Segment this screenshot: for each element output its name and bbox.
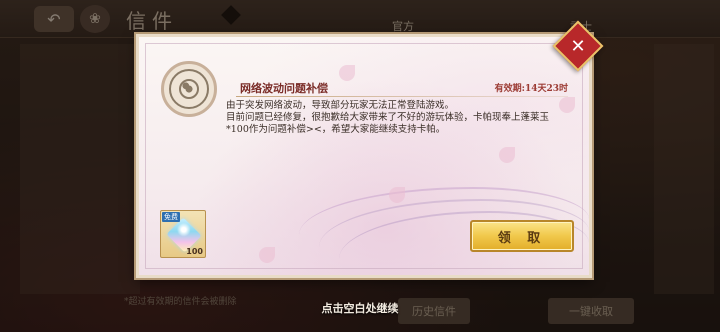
sakura-petal-icon xyxy=(389,187,405,203)
mail-body-line: *100作为问题补偿><，希望大家能继续支持卡帕。 xyxy=(226,124,446,135)
validity-period: 有效期:14天23时 xyxy=(494,84,568,94)
item-count: 100 xyxy=(186,247,203,256)
sakura-petal-icon xyxy=(499,147,515,163)
sakura-petal-icon xyxy=(339,65,355,81)
mail-body: 由于突发网络波动，导致部分玩家无法正常登陆游戏。 目前问题已经修复，很抱歉给大家… xyxy=(226,100,550,136)
claim-button[interactable]: 领 取 xyxy=(470,220,574,252)
mail-title: 网络波动问题补偿 xyxy=(240,82,328,95)
free-badge: 免费 xyxy=(162,212,180,222)
mail-body-line: 目前问题已经修复，很抱歉给大家带来了不好的游玩体验，卡帕现奉上蓬莱玉 xyxy=(226,112,550,123)
mail-body-line: 由于突发网络波动，导致部分玩家无法正常登陆游戏。 xyxy=(226,100,455,111)
title-divider xyxy=(236,96,568,97)
sender-crest-icon xyxy=(161,61,217,117)
sakura-petal-icon xyxy=(559,97,575,113)
sakura-petal-icon xyxy=(259,247,275,263)
attachment-item[interactable]: 免费 100 xyxy=(160,210,206,258)
continue-hint: 点击空白处继续 xyxy=(321,302,399,315)
